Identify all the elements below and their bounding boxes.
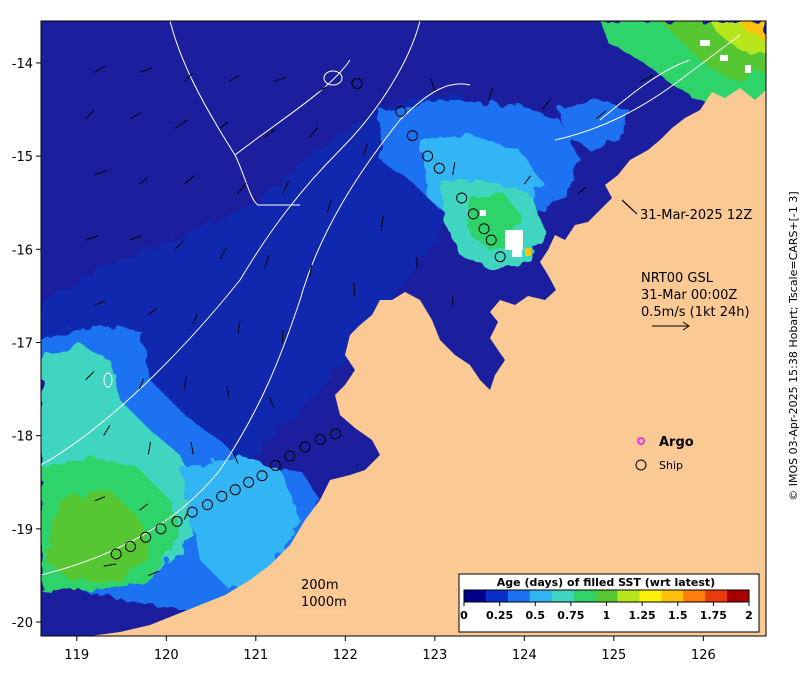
colorbar-tick-label: 1.75 (700, 609, 727, 622)
colorbar-cell (661, 590, 684, 602)
colorbar-cell (573, 590, 597, 602)
colorbar-cell (464, 590, 487, 602)
contour-1000-label: 1000m (301, 595, 347, 610)
colorbar-cell (595, 590, 618, 602)
colorbar-cell (485, 590, 509, 602)
y-tick-label: -14 (12, 57, 33, 72)
contour-200-label: 200m (301, 578, 338, 593)
x-tick-label: 125 (601, 648, 626, 663)
x-tick-label: 124 (512, 648, 537, 663)
y-tick-label: -20 (12, 616, 33, 631)
colorbar-tick-label: 0.25 (486, 609, 513, 622)
colorbar-cell (507, 590, 531, 602)
colorbar-title: Age (days) of filled SST (wrt latest) (497, 576, 715, 589)
x-tick-label: 126 (691, 648, 716, 663)
y-tick-label: -17 (12, 336, 33, 351)
argo-label: Argo (659, 435, 694, 450)
colorbar-cell (683, 590, 706, 602)
y-tick-label: -19 (12, 523, 33, 538)
plot-area (41, 21, 766, 636)
colorbar-tick-label: 1 (603, 609, 611, 622)
x-tick-label: 121 (243, 648, 268, 663)
colorbar-cell (617, 590, 640, 602)
colorbar-cell (551, 590, 575, 602)
y-tick-label: -18 (12, 430, 33, 445)
colorbar-cell (705, 590, 728, 602)
colorbar-tick-label: 0.75 (557, 609, 584, 622)
colorbar-cell (529, 590, 553, 602)
colorbar-tick-label: 1.5 (668, 609, 688, 622)
y-tick-label: -15 (12, 150, 33, 165)
colorbar-tick-label: 1.25 (629, 609, 656, 622)
product-line-3: 0.5m/s (1kt 24h) (641, 305, 750, 320)
x-tick-label: 120 (154, 648, 179, 663)
x-tick-label: 123 (422, 648, 447, 663)
ship-label: Ship (659, 459, 683, 472)
x-axis: 119 120 121 122 123 124 125 126 (64, 636, 716, 663)
colorbar: Age (days) of filled SST (wrt latest) 0 0… (458, 573, 760, 633)
colorbar-tick-label: 0 (460, 609, 468, 622)
y-axis: -14 -15 -16 -17 -18 -19 -20 (12, 57, 41, 631)
product-line-1: NRT00 GSL (641, 271, 714, 286)
sst-age-map: 119 120 121 122 123 124 125 126 -14 -15 -16 -17 -18… (0, 0, 810, 672)
map-canvas: 119 120 121 122 123 124 125 126 -14-15-16-17-18… (12, 20, 800, 663)
timestamp-label: 31-Mar-2025 12Z (640, 208, 752, 223)
colorbar-cell (727, 590, 750, 602)
product-line-2: 31-Mar 00:00Z (641, 288, 737, 303)
x-tick-label: 119 (64, 648, 89, 663)
side-credit: © IMOS 03-Apr-2025 15:38 Hobart; Tscale=… (787, 191, 800, 500)
colorbar-tick-label: 0.5 (526, 609, 546, 622)
colorbar-tick-label: 2 (745, 609, 753, 622)
colorbar-cell (639, 590, 662, 602)
colorbar-cells (464, 590, 750, 602)
y-tick-label: -16 (12, 243, 33, 258)
x-tick-label: 122 (333, 648, 358, 663)
